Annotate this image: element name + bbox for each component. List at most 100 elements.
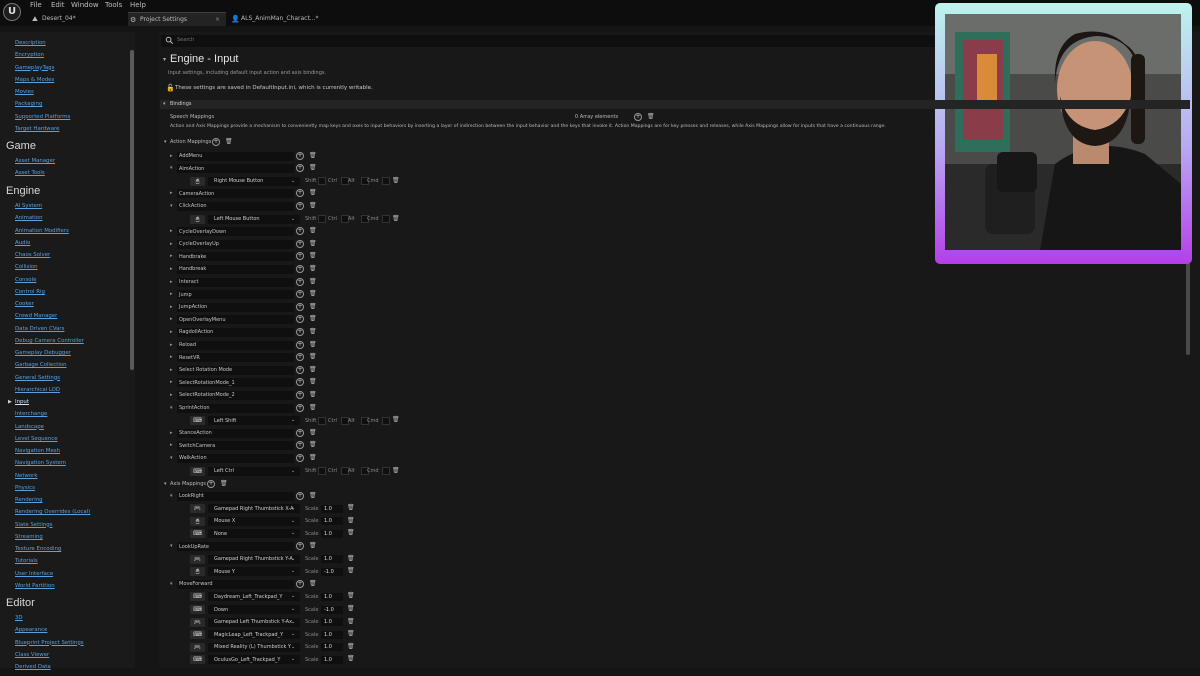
sidebar-item[interactable]: GameplayTags <box>15 65 54 71</box>
chevron-down-icon[interactable]: ▾ <box>170 165 173 171</box>
chevron-right-icon[interactable]: ▸ <box>170 153 173 159</box>
trash-icon[interactable]: 🗑 <box>309 265 317 272</box>
close-icon[interactable]: × <box>215 13 220 27</box>
sidebar-item[interactable]: Physics <box>15 485 35 491</box>
trash-icon[interactable]: 🗑 <box>347 555 355 562</box>
sidebar-item[interactable]: Derived Data <box>15 664 51 670</box>
chevron-down-icon[interactable]: ▾ <box>170 493 173 499</box>
trash-icon[interactable]: 🗑 <box>309 189 317 196</box>
sidebar-item[interactable]: Supported Platforms <box>15 114 70 120</box>
trash-icon[interactable]: 🗑 <box>347 655 355 662</box>
sidebar-item[interactable]: Movies <box>15 89 34 95</box>
sidebar-item[interactable]: Interchange <box>15 411 47 417</box>
chevron-right-icon[interactable]: ▸ <box>170 291 173 297</box>
tab-document[interactable]: 👤 ALS_AnimMan_Charact...* <box>229 12 319 26</box>
trash-icon[interactable]: 🗑 <box>309 278 317 285</box>
sidebar-scrollbar[interactable] <box>130 50 134 370</box>
sidebar-item[interactable]: Network <box>15 473 38 479</box>
trash-icon[interactable]: 🗑 <box>309 429 317 436</box>
sidebar-item[interactable]: Asset Tools <box>15 170 45 176</box>
chevron-down-icon[interactable]: ▾ <box>163 101 166 107</box>
trash-icon[interactable]: 🗑 <box>309 366 317 373</box>
trash-icon[interactable]: 🗑 <box>347 592 355 599</box>
add-icon[interactable]: + <box>634 113 642 121</box>
sidebar-item[interactable]: Maps & Modes <box>15 77 54 83</box>
modifier-checkbox[interactable] <box>382 416 390 425</box>
modifier-checkbox[interactable] <box>318 177 326 186</box>
chevron-right-icon[interactable]: ▸ <box>170 241 173 247</box>
menu-window[interactable]: Window <box>71 1 99 9</box>
chevron-right-icon[interactable]: ▸ <box>170 354 173 360</box>
sidebar-item[interactable]: Rendering Overrides (Local) <box>15 509 90 515</box>
sidebar-item[interactable]: Target Hardware <box>15 126 59 132</box>
chevron-right-icon[interactable]: ▸ <box>170 253 173 259</box>
add-icon[interactable]: + <box>296 365 304 374</box>
sidebar-item[interactable]: Navigation System <box>15 460 66 466</box>
sidebar-item[interactable]: Appearance <box>15 627 47 633</box>
sidebar-item[interactable]: Gameplay Debugger <box>15 350 71 356</box>
add-icon[interactable]: + <box>212 138 220 146</box>
bindings-header[interactable] <box>160 100 1190 109</box>
sidebar-item[interactable]: Data Driven CVars <box>15 326 64 332</box>
trash-icon[interactable]: 🗑 <box>347 630 355 637</box>
sidebar-item[interactable]: Garbage Collection <box>15 362 67 368</box>
trash-icon[interactable]: 🗑 <box>347 567 355 574</box>
add-icon[interactable]: + <box>296 390 304 399</box>
sidebar-item[interactable]: Chaos Solver <box>15 252 50 258</box>
add-icon[interactable]: + <box>296 542 304 550</box>
trash-icon[interactable]: 🗑 <box>309 341 317 348</box>
search-input[interactable] <box>177 37 477 43</box>
add-icon[interactable]: + <box>296 327 304 336</box>
trash-icon[interactable]: 🗑 <box>309 391 317 398</box>
sidebar-item[interactable]: Rendering <box>15 497 43 503</box>
sidebar-item[interactable]: Texture Encoding <box>15 546 61 552</box>
trash-icon[interactable]: 🗑 <box>309 441 317 448</box>
trash-icon[interactable]: 🗑 <box>309 164 317 171</box>
sidebar-item[interactable]: Audio <box>15 240 30 246</box>
chevron-right-icon[interactable]: ▸ <box>170 190 173 196</box>
trash-icon[interactable]: 🗑 <box>309 202 317 209</box>
add-icon[interactable]: + <box>296 453 304 462</box>
modifier-checkbox[interactable] <box>318 215 326 223</box>
sidebar-item[interactable]: 3D <box>15 615 23 621</box>
sidebar-item[interactable]: General Settings <box>15 375 60 381</box>
chevron-right-icon[interactable]: ▸ <box>170 379 173 385</box>
trash-icon[interactable]: 🗑 <box>309 240 317 247</box>
sidebar-item[interactable]: Console <box>15 277 36 283</box>
menu-tools[interactable]: Tools <box>105 1 122 9</box>
add-icon[interactable]: + <box>296 264 304 273</box>
trash-icon[interactable]: 🗑 <box>225 138 233 145</box>
trash-icon[interactable]: 🗑 <box>392 215 400 222</box>
sidebar-item[interactable]: Animation <box>15 215 42 221</box>
chevron-right-icon[interactable]: ▸ <box>170 228 173 234</box>
trash-icon[interactable]: 🗑 <box>220 480 228 487</box>
modifier-checkbox[interactable] <box>382 215 390 223</box>
chevron-right-icon[interactable]: ▸ <box>170 279 173 285</box>
chevron-down-icon[interactable]: ▾ <box>164 139 167 145</box>
chevron-right-icon[interactable]: ▸ <box>170 304 173 310</box>
sidebar-item[interactable]: Hierarchical LOD <box>15 387 60 393</box>
sidebar-item[interactable]: Description <box>15 40 46 46</box>
trash-icon[interactable]: 🗑 <box>309 290 317 297</box>
sidebar-item[interactable]: Cooker <box>15 301 34 307</box>
add-icon[interactable]: + <box>296 302 304 311</box>
trash-icon[interactable]: 🗑 <box>392 177 400 184</box>
add-icon[interactable]: + <box>296 239 304 248</box>
sidebar-item[interactable]: Control Rig <box>15 289 45 295</box>
sidebar-item[interactable]: Level Sequence <box>15 436 58 442</box>
sidebar-item[interactable]: Navigation Mesh <box>15 448 60 454</box>
collapse-arrow-icon[interactable]: ▾ <box>163 56 166 63</box>
tab-document[interactable]: ⛰ Desert_04* <box>30 12 125 26</box>
trash-icon[interactable]: 🗑 <box>347 605 355 612</box>
sidebar-item[interactable]: Blueprint Project Settings <box>15 640 84 646</box>
trash-icon[interactable]: 🗑 <box>309 353 317 360</box>
chevron-down-icon[interactable]: ▾ <box>170 543 173 549</box>
trash-icon[interactable]: 🗑 <box>309 492 317 499</box>
trash-icon[interactable]: 🗑 <box>309 315 317 322</box>
sidebar-item[interactable]: Asset Manager <box>15 158 55 164</box>
trash-icon[interactable]: 🗑 <box>309 152 317 159</box>
trash-icon[interactable]: 🗑 <box>309 303 317 310</box>
add-icon[interactable]: + <box>296 428 304 437</box>
trash-icon[interactable]: 🗑 <box>309 328 317 335</box>
sidebar-item[interactable]: Landscape <box>15 424 44 430</box>
